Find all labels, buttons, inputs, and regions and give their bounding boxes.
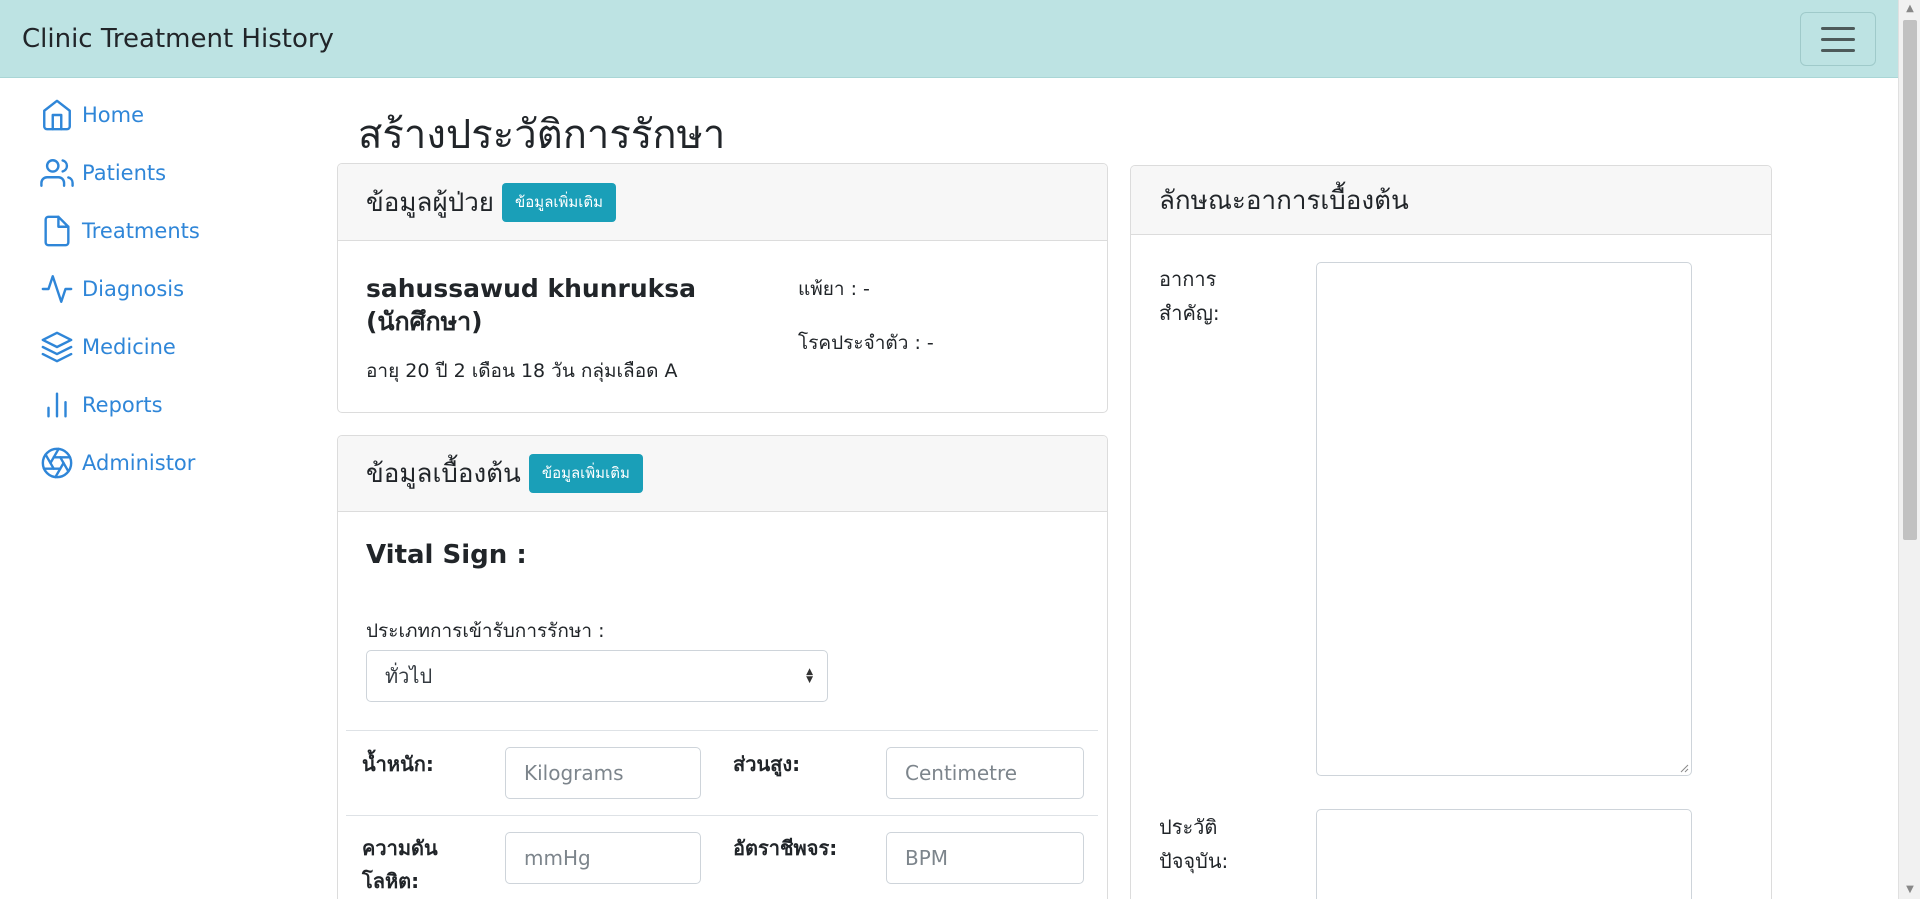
sidebar-nav: Home Patients Treatments Diagnosis Medic… [40, 86, 300, 492]
top-navbar: Clinic Treatment History [0, 0, 1898, 78]
bar-chart-icon [47, 392, 67, 418]
sidebar-item-medicine[interactable]: Medicine [40, 318, 300, 376]
sidebar-item-label: Reports [82, 393, 163, 417]
patient-card-header: ข้อมูลผู้ป่วย ข้อมูลเพิ่มเติม [338, 164, 1107, 241]
sidebar-item-label: Administor [82, 451, 196, 475]
sidebar-item-label: Home [82, 103, 145, 127]
visit-type-select[interactable]: ทั่วไป ▲ ▼ [366, 650, 828, 702]
patient-more-info-button[interactable]: ข้อมูลเพิ่มเติม [502, 182, 617, 222]
row-divider [346, 730, 1098, 731]
sidebar-item-administor[interactable]: Administor [40, 434, 300, 492]
basic-card-header: ข้อมูลเบื้องต้น ข้อมูลเพิ่มเติม [338, 436, 1107, 512]
symptoms-card: ลักษณะอาการเบื้องต้น อาการสำคัญ: ประวัติ… [1130, 165, 1772, 899]
page-title: สร้างประวัติการรักษา [358, 112, 726, 158]
users-icon [40, 159, 74, 187]
page-scrollbar[interactable]: ▲ ▼ [1898, 0, 1920, 899]
sidebar-item-label: Treatments [82, 219, 200, 243]
basic-more-info-button[interactable]: ข้อมูลเพิ่มเติม [528, 454, 643, 493]
basic-info-card: ข้อมูลเบื้องต้น ข้อมูลเพิ่มเติม Vital Si… [337, 435, 1108, 899]
aperture-icon [41, 447, 73, 479]
layers-icon [41, 331, 73, 363]
blood-pressure-input[interactable]: mmHg [505, 832, 701, 884]
present-illness-textarea[interactable] [1316, 809, 1692, 899]
visit-type-value: ทั่วไป [385, 664, 433, 688]
hamburger-icon-line [1821, 38, 1855, 41]
scrollbar-thumb[interactable] [1903, 20, 1917, 540]
basic-card-title: ข้อมูลเบื้องต้น [366, 459, 521, 489]
patient-age-blood-type: อายุ 20 ปี 2 เดือน 18 วัน กลุ่มเลือด A [366, 360, 678, 382]
scroll-up-arrow-icon[interactable]: ▲ [1899, 0, 1920, 18]
home-icon [43, 99, 71, 131]
sidebar-item-label: Medicine [82, 335, 176, 359]
height-label: ส่วนสูง: [733, 752, 801, 776]
hamburger-icon [1821, 27, 1855, 30]
sidebar-item-patients[interactable]: Patients [40, 144, 300, 202]
vital-sign-heading: Vital Sign : [366, 540, 527, 570]
blood-pressure-label: ความดันโลหิต: [362, 836, 438, 893]
sidebar-item-diagnosis[interactable]: Diagnosis [40, 260, 300, 318]
sidebar-item-treatments[interactable]: Treatments [40, 202, 300, 260]
activity-icon [41, 275, 73, 303]
pulse-input[interactable]: BPM [886, 832, 1084, 884]
present-illness-label: ประวัติปัจจุบัน: [1159, 815, 1229, 873]
select-updown-icon: ▲ ▼ [806, 667, 813, 685]
file-icon [44, 215, 70, 247]
visit-type-label: ประเภทการเข้ารับการรักษา : [366, 620, 605, 642]
hamburger-icon-line [1821, 49, 1855, 52]
sidebar-item-reports[interactable]: Reports [40, 376, 300, 434]
height-input[interactable]: Centimetre [886, 747, 1084, 799]
patient-card-title: ข้อมูลผู้ป่วย [366, 187, 495, 218]
menu-toggle-button[interactable] [1800, 12, 1876, 66]
row-divider [346, 815, 1098, 816]
chronic-disease: โรคประจำตัว : - [798, 332, 934, 354]
sidebar-item-home[interactable]: Home [40, 86, 300, 144]
drug-allergy: แพ้ยา : - [798, 278, 870, 300]
sidebar-item-label: Diagnosis [82, 277, 185, 301]
patient-name: sahussawud khunruksa (นักศึกษา) [366, 274, 696, 336]
chief-complaint-textarea[interactable] [1316, 262, 1692, 776]
patient-info-card: ข้อมูลผู้ป่วย ข้อมูลเพิ่มเติม sahussawud… [337, 163, 1108, 413]
navbar-brand[interactable]: Clinic Treatment History [22, 24, 334, 54]
weight-label: น้ำหนัก: [362, 752, 434, 776]
chief-complaint-label: อาการสำคัญ: [1159, 267, 1220, 325]
sidebar-item-label: Patients [82, 161, 167, 185]
symptoms-card-title: ลักษณะอาการเบื้องต้น [1159, 185, 1409, 216]
symptoms-card-header: ลักษณะอาการเบื้องต้น [1131, 166, 1771, 235]
resize-handle-icon[interactable] [1679, 763, 1689, 773]
weight-input[interactable]: Kilograms [505, 747, 701, 799]
pulse-label: อัตราชีพจร: [733, 836, 838, 860]
scroll-down-arrow-icon[interactable]: ▼ [1899, 881, 1920, 899]
